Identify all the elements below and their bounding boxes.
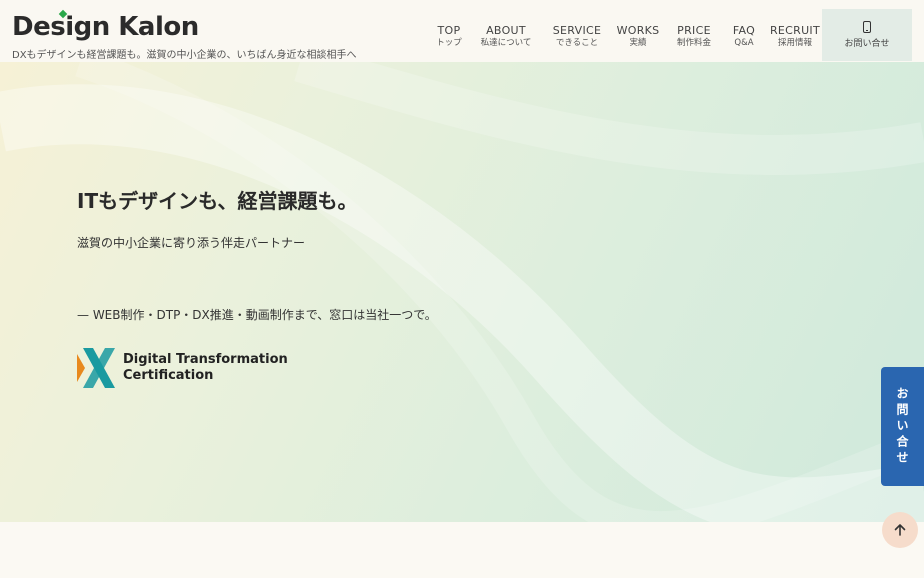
dx-certification-icon: [77, 348, 115, 388]
hero-headline: ITもデザインも、経営課題も。: [77, 189, 358, 213]
nav-item-en: TOP: [437, 24, 461, 37]
nav-item-jp: 制作料金: [676, 38, 711, 48]
back-to-top-button[interactable]: [882, 512, 918, 548]
site-logo[interactable]: Design Kalon: [12, 12, 199, 42]
nav-item-en: SERVICE: [552, 24, 602, 37]
nav-item-jp: 私達について: [480, 38, 532, 48]
hero-subhead: 滋賀の中小企業に寄り添う伴走パートナー: [77, 236, 306, 250]
nav-item-jp: 採用情報: [777, 38, 812, 48]
contact-label: お問い合せ: [844, 39, 890, 49]
header-contact-button[interactable]: お問い合せ: [822, 9, 912, 61]
site-tagline: DXもデザインも経営課題も。滋賀の中小企業の、いちばん身近な相談相手へ: [12, 50, 357, 61]
nav-item-faq[interactable]: FAQ Q&A: [726, 24, 762, 54]
nav-item-en: ABOUT: [486, 24, 526, 37]
hero-section: ITもデザインも、経営課題も。 滋賀の中小企業に寄り添う伴走パートナー — WE…: [0, 62, 924, 522]
dx-certification-badge: Digital Transformation Certification: [77, 348, 288, 388]
nav-item-en: WORKS: [616, 24, 660, 37]
arrow-up-icon: [894, 524, 906, 536]
main-nav: TOP トップ ABOUT 私達について SERVICE できること WORKS…: [426, 24, 823, 54]
dx-badge-line2: Certification: [123, 368, 214, 383]
nav-item-top[interactable]: TOP トップ: [426, 24, 472, 54]
nav-item-jp: できること: [555, 38, 599, 48]
nav-item-en: RECRUIT: [769, 24, 821, 37]
hero-background-swoosh: [0, 62, 924, 522]
nav-item-jp: Q&A: [734, 38, 754, 48]
nav-item-service[interactable]: SERVICE できること: [547, 24, 607, 54]
nav-item-jp: 実績: [629, 38, 647, 48]
side-contact-label: お問い合せ: [895, 386, 909, 467]
dx-badge-text: Digital Transformation Certification: [123, 352, 288, 384]
nav-item-en: FAQ: [732, 24, 756, 37]
side-contact-tab[interactable]: お問い合せ: [881, 367, 924, 486]
nav-item-recruit[interactable]: RECRUIT 採用情報: [767, 24, 823, 54]
phone-icon: [863, 21, 871, 33]
logo-text: Design Kalon: [12, 12, 199, 42]
nav-item-works[interactable]: WORKS 実績: [611, 24, 665, 54]
nav-item-about[interactable]: ABOUT 私達について: [475, 24, 537, 54]
nav-item-jp: トップ: [436, 38, 462, 48]
nav-item-en: PRICE: [677, 24, 711, 37]
nav-item-price[interactable]: PRICE 制作料金: [669, 24, 719, 54]
hero-services: — WEB制作・DTP・DX推進・動画制作まで、窓口は当社一つで。: [77, 308, 437, 322]
site-header: Design Kalon DXもデザインも経営課題も。滋賀の中小企業の、いちばん…: [0, 0, 924, 62]
dx-badge-line1: Digital Transformation: [123, 352, 288, 367]
